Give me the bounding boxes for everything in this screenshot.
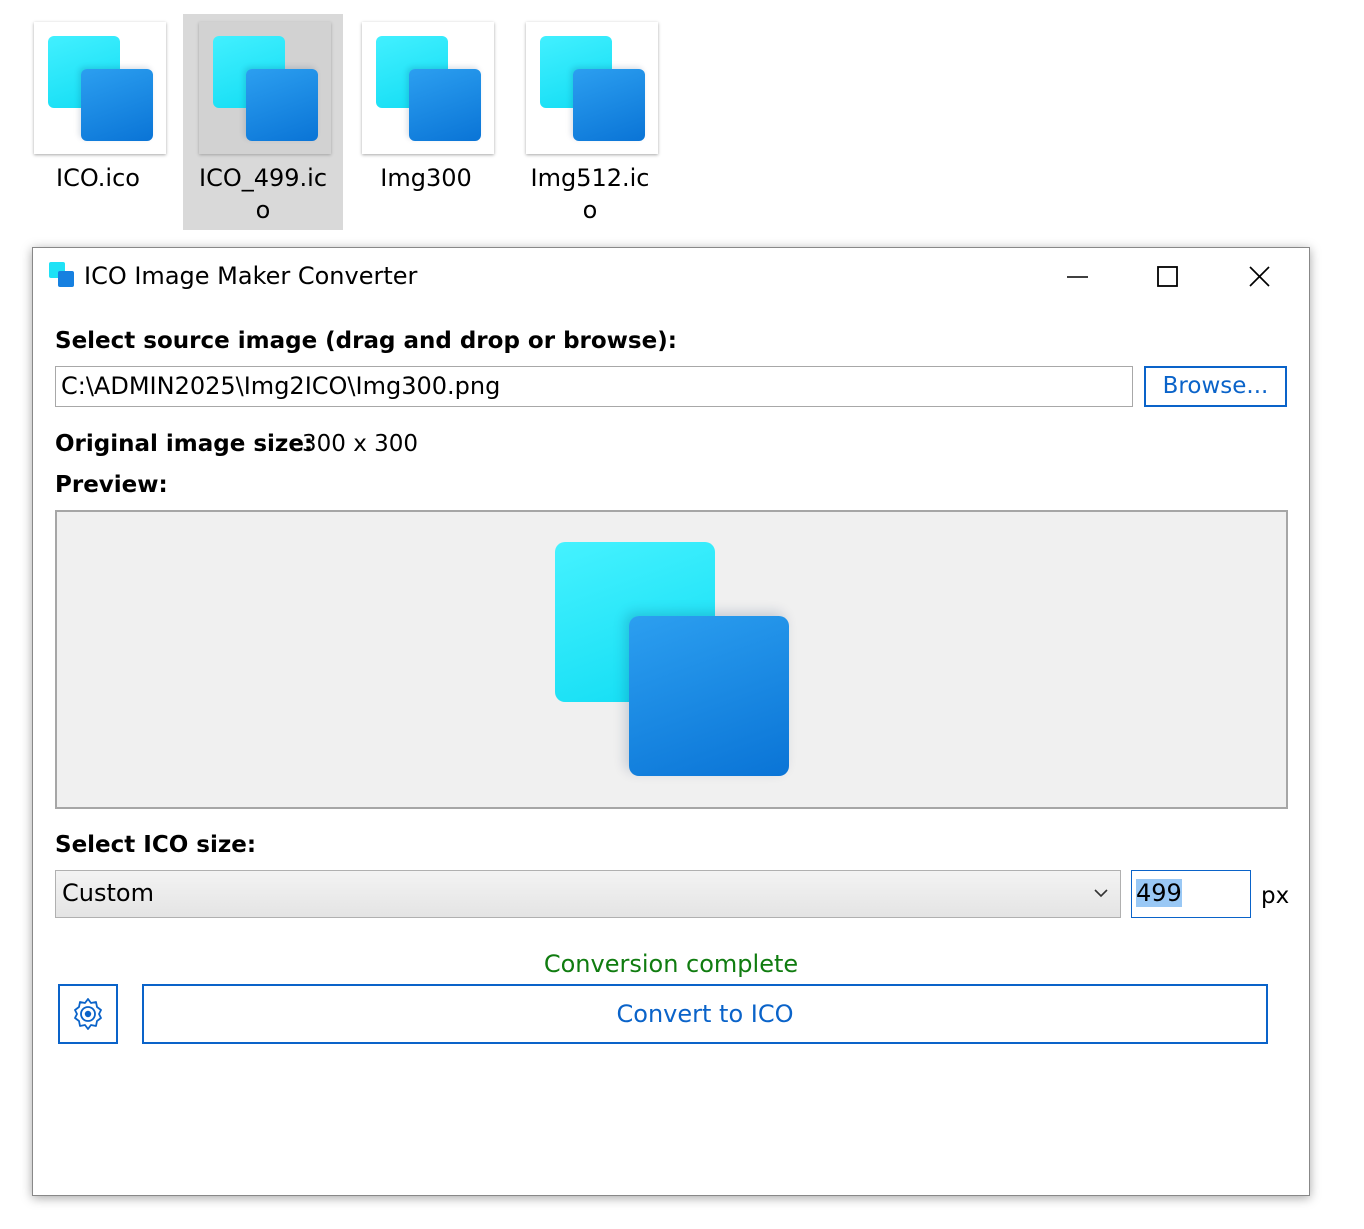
maximize-button[interactable] [1123,248,1213,306]
image-thumbnail-icon [362,22,494,154]
gear-icon [74,998,102,1030]
custom-size-input[interactable]: 499 [1131,870,1251,918]
preview-image-front-square [629,616,789,776]
ico-size-dropdown[interactable]: Custom [55,870,1121,918]
source-label: Select source image (drag and drop or br… [55,328,677,354]
app-logo-icon [49,262,77,290]
minimize-button[interactable] [1033,248,1123,306]
ico-thumbnail-icon [199,22,331,154]
close-button[interactable] [1215,248,1305,306]
custom-size-value: 499 [1136,879,1182,907]
file-icon-img300[interactable]: Img300 [346,14,506,230]
chevron-down-icon [1094,889,1108,898]
size-unit-label: px [1261,883,1290,909]
file-name: ICO.ico [56,164,140,192]
ico-size-label: Select ICO size: [55,832,257,858]
ico-thumbnail-icon [34,22,166,154]
minimize-icon [1067,276,1088,278]
status-message: Conversion complete [543,950,799,978]
browse-button[interactable]: Browse... [1144,366,1287,407]
maximize-icon [1157,266,1178,287]
file-icon-ico-499[interactable]: ICO_499.ico [183,14,343,230]
window-title: ICO Image Maker Converter [84,262,418,290]
file-name: Img512.ico [530,164,650,224]
source-path-input[interactable]: C:\ADMIN2025\Img2ICO\Img300.png [55,366,1133,407]
original-size-value: 300 x 300 [302,431,419,457]
title-bar[interactable]: ICO Image Maker Converter [33,248,1309,306]
file-name: ICO_499.ico [198,164,328,224]
convert-button[interactable]: Convert to ICO [142,984,1268,1044]
app-window: ICO Image Maker Converter Select source … [32,247,1310,1196]
close-icon [1249,266,1270,287]
file-name: Img300 [380,164,472,192]
file-icon-img512[interactable]: Img512.ico [510,14,670,230]
file-icon-ico[interactable]: ICO.ico [18,14,178,230]
settings-button[interactable] [58,984,118,1044]
original-size-label: Original image size: [55,431,314,457]
preview-panel [55,510,1288,809]
ico-size-selected: Custom [62,879,154,907]
preview-label: Preview: [55,472,168,498]
ico-thumbnail-icon [526,22,658,154]
